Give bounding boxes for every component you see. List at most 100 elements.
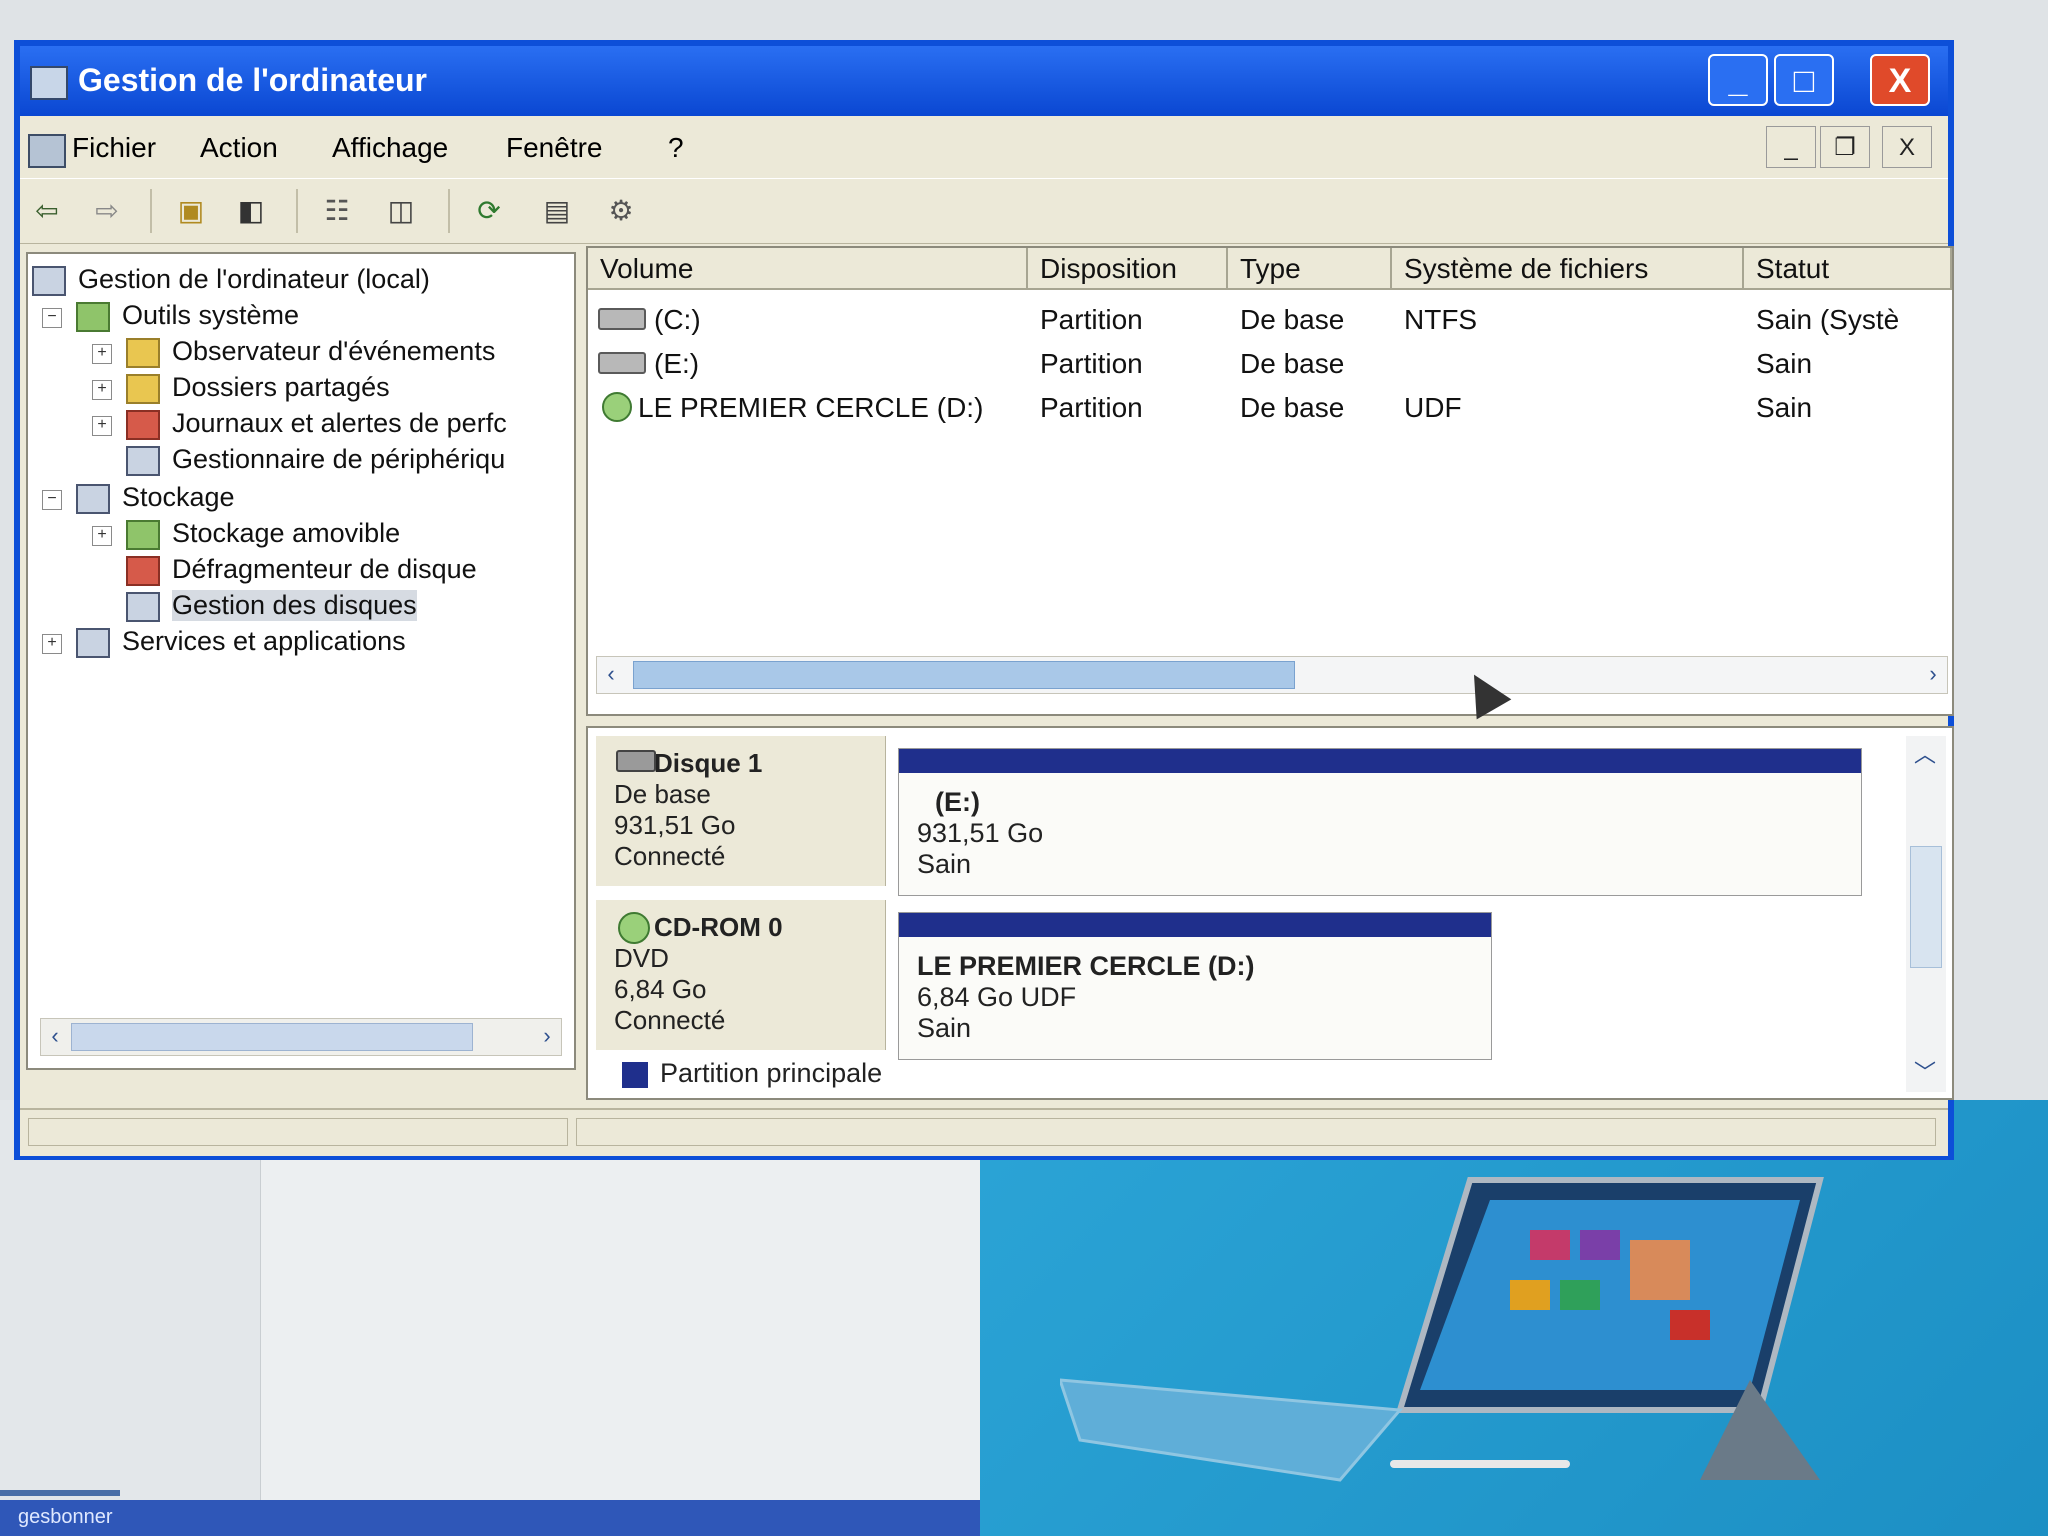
scroll-right-icon[interactable]: › <box>533 1021 561 1051</box>
help-icon[interactable]: ▤ <box>536 191 578 231</box>
collapse-icon[interactable]: − <box>42 308 62 328</box>
properties-icon[interactable]: ☷ <box>316 191 358 231</box>
tree-label: Services et applications <box>122 626 406 656</box>
title-bar[interactable]: Gestion de l'ordinateur _ □ X <box>20 46 1948 116</box>
menu-fichier[interactable]: Fichier <box>72 132 156 164</box>
column-header-filesystem[interactable]: Système de fichiers <box>1392 248 1744 290</box>
expand-icon[interactable]: + <box>92 344 112 364</box>
column-header-layout[interactable]: Disposition <box>1028 248 1228 290</box>
tree-label: Dossiers partagés <box>172 372 390 402</box>
partition-size: 6,84 Go UDF <box>917 982 1077 1012</box>
cell-layout: Partition <box>1040 392 1143 423</box>
table-row[interactable]: (C:) Partition De base NTFS Sain (Systè <box>588 298 1952 340</box>
scroll-left-icon[interactable]: ‹ <box>597 659 625 689</box>
tree-label: Gestion des disques <box>172 590 417 621</box>
partition-e[interactable]: (E:) 931,51 Go Sain <box>898 748 1862 896</box>
scroll-thumb[interactable] <box>633 661 1295 689</box>
cell-status: Sain (Systè <box>1756 304 1900 335</box>
table-row[interactable]: (E:) Partition De base Sain <box>588 342 1952 384</box>
column-header-volume[interactable]: Volume <box>588 248 1028 290</box>
console-tree: Gestion de l'ordinateur (local) − Outils… <box>26 252 576 1070</box>
tree-label: Observateur d'événements <box>172 336 496 366</box>
primary-partition-bar <box>899 913 1491 937</box>
table-row[interactable]: LE PREMIER CERCLE (D:) Partition De base… <box>588 386 1952 428</box>
disk-state: Connecté <box>614 1005 726 1035</box>
menu-fenetre[interactable]: Fenêtre <box>506 132 603 164</box>
cell-layout: Partition <box>1040 348 1143 379</box>
column-header-status[interactable]: Statut <box>1744 248 1952 290</box>
tree-label: Défragmenteur de disque <box>172 554 477 584</box>
folder-icon <box>126 374 160 404</box>
volume-list-horizontal-scrollbar[interactable]: ‹ › <box>596 656 1948 694</box>
scroll-thumb[interactable] <box>71 1023 473 1051</box>
disk-graphical-view: Disque 1 De base 931,51 Go Connecté (E:)… <box>586 726 1954 1100</box>
forward-arrow-icon[interactable]: ⇨ <box>86 191 128 231</box>
tree-horizontal-scrollbar[interactable]: ‹ › <box>40 1018 562 1056</box>
disk-title: CD-ROM 0 <box>654 912 783 942</box>
console-icon[interactable] <box>28 134 66 168</box>
expand-icon[interactable]: + <box>92 380 112 400</box>
legend-swatch <box>622 1062 648 1088</box>
performance-icon <box>126 410 160 440</box>
window-title: Gestion de l'ordinateur <box>78 62 427 98</box>
partition-status: Sain <box>917 849 972 879</box>
removable-storage-icon <box>126 520 160 550</box>
up-folder-icon[interactable]: ▣ <box>170 191 212 231</box>
background-window-strip <box>0 1490 120 1496</box>
mdi-minimize-button[interactable]: _ <box>1766 126 1816 168</box>
tree-label: Gestion de l'ordinateur (local) <box>78 264 430 294</box>
cd-rom-icon <box>618 912 650 944</box>
mdi-restore-button[interactable]: ❐ <box>1820 126 1870 168</box>
disk-size: 6,84 Go <box>614 974 707 1004</box>
desktop-left-region <box>0 1100 980 1536</box>
scroll-left-icon[interactable]: ‹ <box>41 1021 69 1051</box>
scroll-up-icon[interactable]: ︿ <box>1910 740 1940 770</box>
scroll-thumb[interactable] <box>1910 846 1942 968</box>
primary-partition-bar <box>899 749 1861 773</box>
menu-action[interactable]: Action <box>200 132 278 164</box>
storage-icon <box>76 484 110 514</box>
toolbar: ⇦ ⇨ ▣ ◧ ☷ ◫ ⟳ ▤ ⚙ <box>20 178 1948 244</box>
status-segment <box>28 1118 568 1146</box>
collapse-icon[interactable]: − <box>42 490 62 510</box>
column-header-type[interactable]: Type <box>1228 248 1392 290</box>
export-list-icon[interactable]: ◫ <box>380 191 422 231</box>
settings-icon[interactable]: ⚙ <box>600 191 642 231</box>
minimize-button[interactable]: _ <box>1708 54 1768 106</box>
cell-type: De base <box>1240 348 1345 379</box>
disk-management-icon <box>126 592 160 622</box>
expand-icon[interactable]: + <box>92 416 112 436</box>
background-window-thumbnail <box>0 1100 261 1536</box>
disk-size: 931,51 Go <box>614 810 736 840</box>
back-arrow-icon[interactable]: ⇦ <box>26 191 68 231</box>
close-button[interactable]: X <box>1870 54 1930 106</box>
cell-layout: Partition <box>1040 304 1143 335</box>
cell-filesystem: NTFS <box>1404 304 1478 335</box>
tree-label: Stockage amovible <box>172 518 401 548</box>
tb-separator <box>296 189 298 233</box>
maximize-button[interactable]: □ <box>1774 54 1834 106</box>
hard-disk-icon <box>616 750 656 772</box>
drive-icon <box>598 352 646 374</box>
scroll-right-icon[interactable]: › <box>1919 659 1947 689</box>
refresh-icon[interactable]: ⟳ <box>468 191 510 231</box>
menu-affichage[interactable]: Affichage <box>332 132 448 164</box>
taskbar-item[interactable]: gesbonner <box>18 1506 113 1529</box>
partition-status: Sain <box>917 1013 972 1043</box>
menu-help[interactable]: ? <box>668 132 684 164</box>
expand-icon[interactable]: + <box>42 634 62 654</box>
show-hide-tree-icon[interactable]: ◧ <box>230 191 272 231</box>
partition-size: 931,51 Go <box>917 818 1044 848</box>
disk-view-vertical-scrollbar[interactable]: ︿ ﹀ <box>1906 736 1946 1092</box>
disk-type: De base <box>614 779 711 809</box>
tree-label: Journaux et alertes de perfc <box>172 408 507 438</box>
scroll-down-icon[interactable]: ﹀ <box>1910 1058 1940 1088</box>
device-manager-icon <box>126 446 160 476</box>
expand-icon[interactable]: + <box>92 526 112 546</box>
partition-d[interactable]: LE PREMIER CERCLE (D:) 6,84 Go UDF Sain <box>898 912 1492 1060</box>
mdi-close-button[interactable]: X <box>1882 126 1932 168</box>
disk-type: DVD <box>614 943 669 973</box>
cell-volume: LE PREMIER CERCLE (D:) <box>638 392 984 423</box>
defragmenter-icon <box>126 556 160 586</box>
status-bar <box>20 1108 1948 1156</box>
